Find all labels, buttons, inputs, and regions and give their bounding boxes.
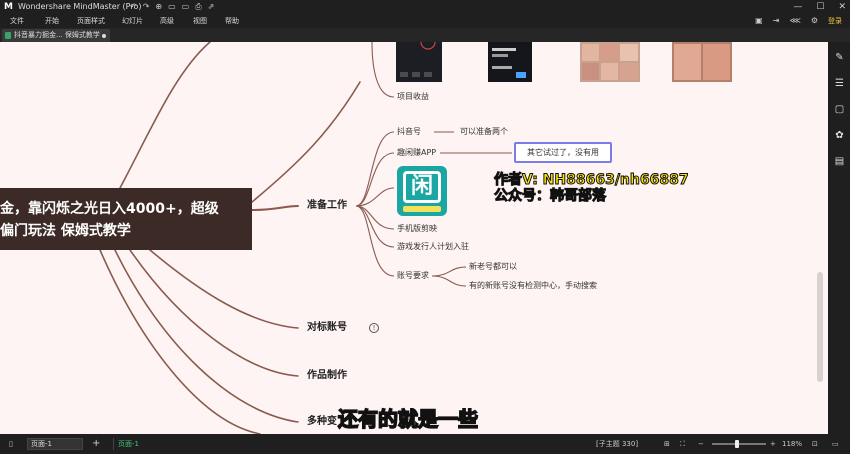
settings-icon[interactable]: ⚙ bbox=[811, 15, 818, 27]
app-icon-strip bbox=[403, 206, 441, 212]
right-panel-bar: ✎ ☰ ▢ ✿ ▤ bbox=[828, 42, 850, 434]
central-topic[interactable]: 金，靠闪烁之光日入4000+，超级 偏门玩法 保姆式教学 bbox=[0, 188, 252, 250]
document-tab-label: 抖音暴力掘金... 保姆式教学 bbox=[14, 31, 100, 39]
screenshot-thumbnails bbox=[396, 42, 732, 82]
menu-slideshow[interactable]: 幻灯片 bbox=[122, 17, 143, 25]
login-button[interactable]: 登录 bbox=[828, 15, 842, 27]
page-select[interactable]: 页面-1 bbox=[27, 438, 83, 450]
tab-bar: 抖音暴力掘金... 保姆式教学 bbox=[0, 28, 850, 42]
redo-icon[interactable]: ↷ bbox=[143, 1, 150, 13]
zoom-slider-knob[interactable] bbox=[734, 440, 739, 448]
quxianzhuan-app-icon[interactable]: 闲 bbox=[397, 166, 447, 216]
present-mode-icon[interactable]: ▭ bbox=[832, 434, 839, 454]
outline-icon[interactable]: ▢ bbox=[834, 104, 845, 115]
exit-icon[interactable]: ⇥ bbox=[773, 15, 780, 27]
watermark-account: 公众号：韩哥部落 bbox=[494, 188, 607, 205]
window-controls: — ☐ ✕ bbox=[793, 1, 846, 13]
document-tab[interactable]: 抖音暴力掘金... 保姆式教学 bbox=[2, 29, 110, 42]
node-prep-work[interactable]: 准备工作 bbox=[307, 200, 347, 212]
node-douyin-account[interactable]: 抖音号 bbox=[397, 127, 421, 137]
node-production[interactable]: 作品制作 bbox=[307, 370, 347, 382]
watermark-author: 作者V: NH88663/nh66887 bbox=[494, 172, 690, 189]
task-icon[interactable]: ▤ bbox=[834, 156, 845, 167]
zoom-slider[interactable] bbox=[712, 440, 766, 448]
fit-view-icon[interactable]: ⊡ bbox=[812, 434, 818, 454]
node-mobile-jianying[interactable]: 手机版剪映 bbox=[397, 224, 437, 234]
subtopic-count: [子主题 330] bbox=[596, 440, 639, 448]
close-button[interactable]: ✕ bbox=[838, 1, 846, 13]
menu-right-tools: ▣ ⇥ ⋘ ⚙ 登录 bbox=[755, 15, 842, 27]
central-topic-line-2: 偏门玩法 保姆式教学 bbox=[0, 223, 131, 239]
menu-bar: 文件 开始 页面样式 幻灯片 高级 视图 帮助 ▣ ⇥ ⋘ ⚙ 登录 bbox=[0, 14, 850, 28]
menu-file[interactable]: 文件 bbox=[10, 17, 24, 25]
app-icon-glyph: 闲 bbox=[403, 171, 441, 203]
app-title: Wondershare MindMaster (Pro) bbox=[18, 2, 142, 11]
app-logo-icon: M bbox=[4, 2, 13, 12]
video-subtitle: 还有的就是一些 bbox=[337, 407, 479, 431]
app-window: M Wondershare MindMaster (Pro) ↶ ↷ ⊕ ▭ ▭… bbox=[0, 0, 850, 454]
vertical-scrollbar[interactable] bbox=[817, 272, 823, 382]
node-prepare-two[interactable]: 可以准备两个 bbox=[460, 127, 508, 137]
node-quxianzhuan-app[interactable]: 趣闲赚APP bbox=[397, 148, 436, 158]
node-account-requirements[interactable]: 账号要求 bbox=[397, 271, 429, 281]
undo-icon[interactable]: ↶ bbox=[130, 1, 137, 13]
node-some-new-accounts[interactable]: 有的新账号没有检测中心，手动搜索 bbox=[469, 281, 597, 291]
save-icon[interactable]: ▭ bbox=[182, 1, 190, 13]
minimize-button[interactable]: — bbox=[793, 1, 802, 13]
attach-icon[interactable]: ✿ bbox=[834, 130, 845, 141]
zoom-in-icon[interactable]: + bbox=[770, 434, 776, 454]
export-icon[interactable]: ⇗ bbox=[208, 1, 215, 13]
present-icon[interactable]: ▣ bbox=[755, 15, 763, 27]
menu-home[interactable]: 开始 bbox=[45, 17, 59, 25]
paint-icon[interactable]: ✎ bbox=[834, 52, 845, 63]
add-page-button[interactable]: + bbox=[92, 434, 100, 454]
unsaved-dot-icon bbox=[102, 34, 106, 38]
fullscreen-icon[interactable]: ⛶ bbox=[680, 434, 685, 454]
share-icon[interactable]: ⋘ bbox=[789, 15, 800, 27]
title-bar: M Wondershare MindMaster (Pro) ↶ ↷ ⊕ ▭ ▭… bbox=[0, 0, 850, 14]
zoom-level: 118% bbox=[782, 440, 803, 448]
mindmap-file-icon bbox=[5, 32, 11, 39]
menu-advanced[interactable]: 高级 bbox=[160, 17, 174, 25]
new-icon[interactable]: ⊕ bbox=[155, 1, 162, 13]
menu-page-style[interactable]: 页面样式 bbox=[77, 17, 105, 25]
maximize-button[interactable]: ☐ bbox=[816, 1, 824, 13]
node-project-income[interactable]: 项目收益 bbox=[397, 92, 429, 102]
node-benchmark-accounts[interactable]: 对标账号 bbox=[307, 322, 347, 334]
open-icon[interactable]: ▭ bbox=[168, 1, 176, 13]
zoom-out-icon[interactable]: − bbox=[698, 434, 704, 454]
layout-icon[interactable]: ☰ bbox=[834, 78, 845, 89]
menu-view[interactable]: 视图 bbox=[193, 17, 207, 25]
central-topic-line-1: 金，靠闪烁之光日入4000+，超级 bbox=[0, 201, 219, 217]
status-bar: ▯ 页面-1 + 页面-1 [子主题 330] ⊞ ⛶ − + 118% ⊡ ▭ bbox=[0, 434, 850, 454]
info-icon[interactable]: ! bbox=[369, 323, 379, 333]
page-tab[interactable]: 页面-1 bbox=[113, 438, 149, 450]
sidebar-toggle-icon[interactable]: ▯ bbox=[9, 434, 13, 454]
node-game-publisher[interactable]: 游戏发行人计划入驻 bbox=[397, 242, 469, 252]
mindmap-canvas[interactable]: 项目收益 金，靠闪烁之光日入4000+，超级 偏门玩法 保姆式教学 准备工作 抖… bbox=[0, 42, 828, 434]
fit-page-icon[interactable]: ⊞ bbox=[664, 434, 670, 454]
menu-help[interactable]: 帮助 bbox=[225, 17, 239, 25]
callout-note[interactable]: 其它试过了，没有用 bbox=[514, 142, 612, 163]
print-icon[interactable]: ⎙ bbox=[195, 1, 201, 13]
node-multi[interactable]: 多种变 bbox=[307, 416, 337, 428]
node-new-old-ok[interactable]: 新老号都可以 bbox=[469, 262, 517, 272]
quick-toolbar: ↶ ↷ ⊕ ▭ ▭ ⎙ ⇗ bbox=[130, 1, 214, 13]
